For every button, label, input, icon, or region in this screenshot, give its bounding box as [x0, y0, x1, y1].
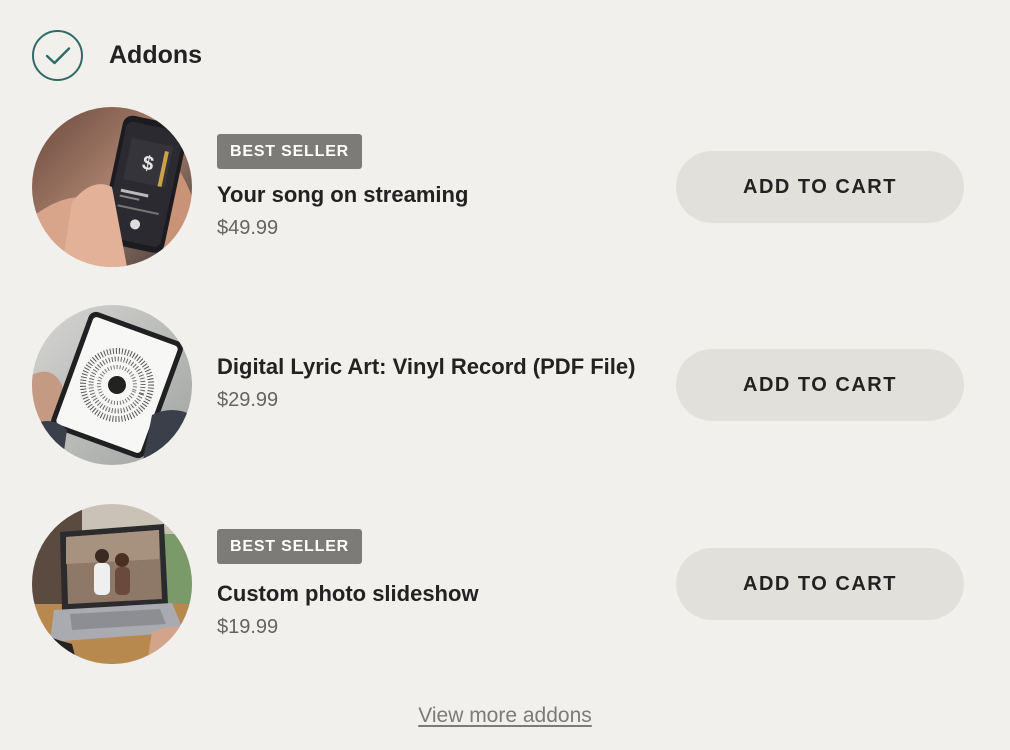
phone-streaming-image: $: [32, 107, 192, 267]
page-title: Addons: [109, 41, 203, 69]
best-seller-badge: BEST SELLER: [217, 529, 363, 564]
addon-item-vinyl-art: Digital Lyric Art: Vinyl Record (PDF Fil…: [32, 305, 964, 465]
laptop-slideshow-image: [32, 504, 192, 664]
addon-item-slideshow: BEST SELLER Custom photo slideshow $19.9…: [32, 504, 964, 664]
add-to-cart-button[interactable]: ADD TO CART: [676, 548, 964, 620]
addon-info: BEST SELLER Your song on streaming $49.9…: [217, 134, 468, 243]
add-to-cart-button[interactable]: ADD TO CART: [676, 151, 964, 223]
addon-info: Digital Lyric Art: Vinyl Record (PDF Fil…: [217, 352, 635, 415]
add-to-cart-button[interactable]: ADD TO CART: [676, 349, 964, 421]
best-seller-badge: BEST SELLER: [217, 134, 363, 169]
addon-name: Digital Lyric Art: Vinyl Record (PDF Fil…: [217, 354, 636, 379]
tablet-vinyl-art-image: [32, 305, 192, 465]
addon-item-streaming: $ BEST SELLER Your song on streaming $49…: [32, 107, 964, 267]
addon-name: Your song on streaming: [217, 182, 469, 207]
addon-price: $29.99: [217, 389, 279, 411]
check-icon: [32, 30, 83, 81]
addons-header: Addons: [32, 30, 202, 81]
addon-info: BEST SELLER Custom photo slideshow $19.9…: [217, 529, 479, 642]
addon-name: Custom photo slideshow: [217, 581, 479, 606]
view-more-addons-link[interactable]: View more addons: [418, 704, 592, 727]
addon-price: $19.99: [217, 616, 279, 638]
addon-price: $49.99: [217, 217, 279, 239]
view-more-container: View more addons: [0, 704, 1010, 728]
